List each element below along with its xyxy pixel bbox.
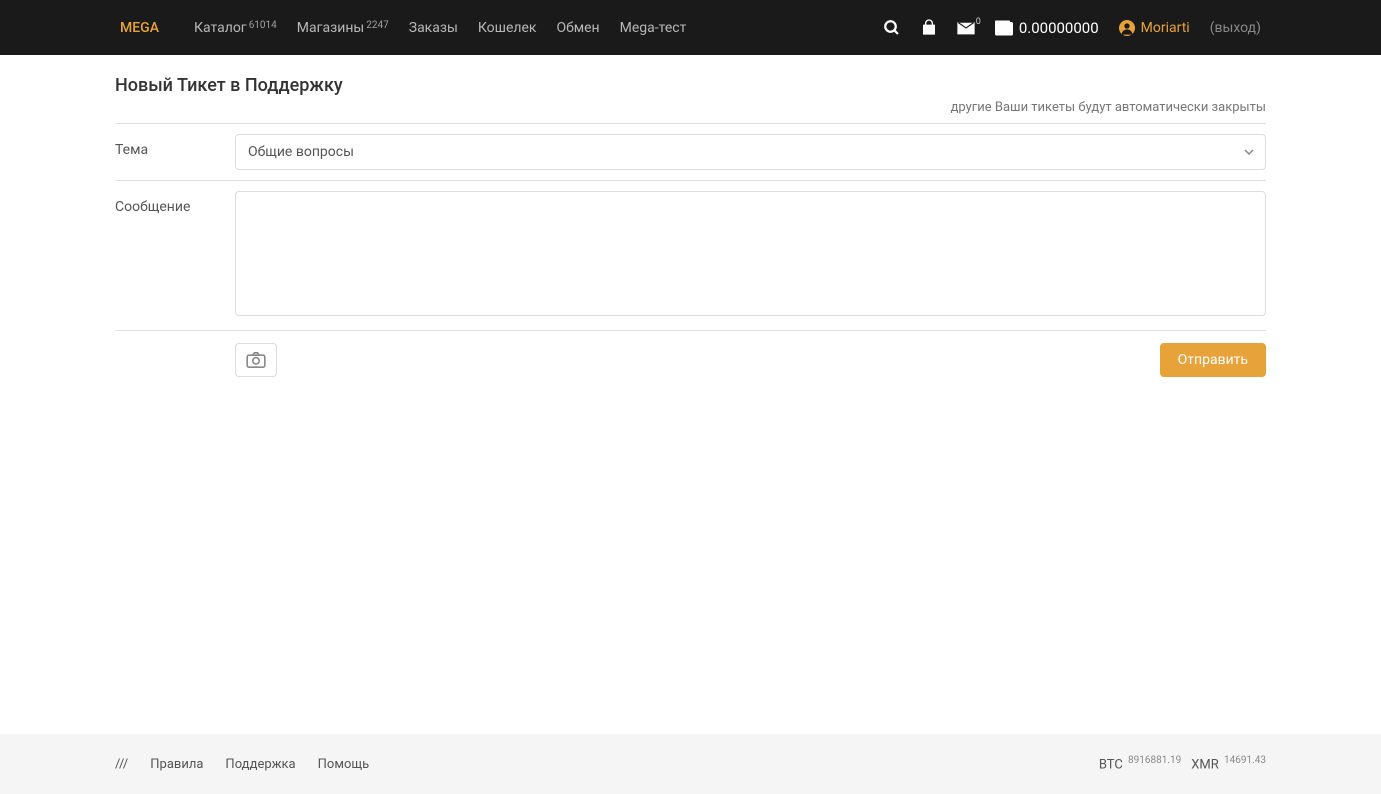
form-row-message: Сообщение	[115, 181, 1266, 331]
mail-icon[interactable]: 0	[957, 21, 975, 35]
user-link[interactable]: Moriarti	[1119, 20, 1190, 36]
nav-shops-label: Магазины	[297, 20, 364, 36]
page-subtitle: другие Ваши тикеты будут автоматически з…	[115, 100, 1266, 115]
bag-icon[interactable]	[921, 19, 937, 37]
xmr-value: 14691.43	[1224, 755, 1266, 766]
topic-select-wrap: Общие вопросы	[235, 134, 1266, 170]
btc-rate: BTC 8916881.19	[1099, 755, 1181, 772]
form-row-topic: Тема Общие вопросы	[115, 124, 1266, 181]
nav-wallet[interactable]: Кошелек	[478, 20, 537, 36]
xmr-rate: XMR 14691.43	[1191, 755, 1266, 772]
header: MEGA Каталог 61014 Магазины 2247 Заказы …	[0, 0, 1381, 55]
logout-link[interactable]: (выход)	[1210, 20, 1261, 36]
actions-row: Отправить	[115, 331, 1266, 377]
username: Moriarti	[1141, 20, 1190, 36]
footer-rules[interactable]: Правила	[150, 757, 203, 772]
nav-shops[interactable]: Магазины 2247	[297, 20, 389, 36]
submit-button[interactable]: Отправить	[1160, 343, 1266, 377]
message-label: Сообщение	[115, 191, 235, 320]
user-icon	[1119, 20, 1135, 36]
nav-catalog-label: Каталог	[194, 20, 247, 36]
nav-orders[interactable]: Заказы	[409, 20, 458, 36]
nav-catalog-count: 61014	[249, 20, 277, 31]
balance[interactable]: 0.00000000	[995, 19, 1099, 37]
search-icon[interactable]	[883, 19, 901, 37]
header-right: 0 0.00000000 Moriarti (выход)	[883, 19, 1261, 37]
footer-links: /// Правила Поддержка Помощь	[115, 757, 369, 772]
page-title: Новый Тикет в Поддержку	[115, 75, 1266, 96]
balance-value: 0.00000000	[1019, 19, 1099, 37]
footer-help[interactable]: Помощь	[318, 757, 370, 772]
mail-badge: 0	[976, 17, 981, 27]
footer-rates: BTC 8916881.19 XMR 14691.43	[1099, 755, 1266, 772]
logo[interactable]: MEGA	[120, 20, 159, 36]
btc-label: BTC	[1099, 758, 1123, 773]
footer-support[interactable]: Поддержка	[225, 757, 295, 772]
content: Новый Тикет в Поддержку другие Ваши тике…	[0, 55, 1381, 734]
message-textarea[interactable]	[235, 191, 1266, 316]
footer-slash[interactable]: ///	[115, 757, 128, 772]
topic-select[interactable]: Общие вопросы	[235, 134, 1266, 170]
nav-megatest[interactable]: Mega-тест	[620, 20, 687, 36]
btc-value: 8916881.19	[1128, 755, 1181, 766]
wallet-icon	[995, 20, 1013, 36]
nav-catalog[interactable]: Каталог 61014	[194, 20, 277, 36]
nav-links: Каталог 61014 Магазины 2247 Заказы Кошел…	[194, 20, 686, 36]
nav-exchange[interactable]: Обмен	[556, 20, 599, 36]
camera-icon	[246, 352, 266, 368]
footer: /// Правила Поддержка Помощь BTC 8916881…	[0, 734, 1381, 794]
xmr-label: XMR	[1191, 758, 1219, 773]
nav-shops-count: 2247	[366, 20, 388, 31]
topic-label: Тема	[115, 134, 235, 170]
attach-photo-button[interactable]	[235, 343, 277, 377]
